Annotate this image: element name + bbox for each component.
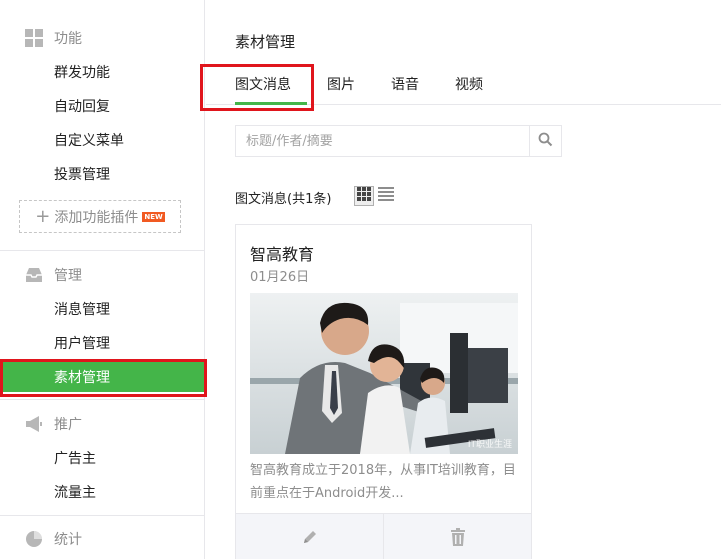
new-badge: NEW <box>142 211 165 222</box>
card-cover-image: IT职业生涯 <box>250 293 518 454</box>
search-input[interactable] <box>236 126 529 156</box>
divider <box>0 515 205 516</box>
grid-view-icon <box>357 187 371 205</box>
card-title: 智高教育 <box>250 245 315 264</box>
add-plugin-button[interactable]: + 添加功能插件 NEW <box>19 200 181 233</box>
sidebar-item-mass-send[interactable]: 群发功能 <box>0 57 205 87</box>
tab-video[interactable]: 视频 <box>455 74 483 94</box>
page-title: 素材管理 <box>235 33 296 51</box>
section-header-promotion[interactable]: 推广 <box>0 409 205 439</box>
sidebar-item-label: 投票管理 <box>54 167 110 183</box>
section-header-function[interactable]: 功能 <box>0 23 205 53</box>
section-title: 管理 <box>54 268 82 284</box>
add-plugin-label: 添加功能插件 <box>54 209 139 226</box>
plus-icon: + <box>35 205 51 227</box>
news-card[interactable]: 智高教育 01月26日 IT职业生涯 智高教育成立于2018年，从事IT培训教育… <box>235 224 532 559</box>
search-box <box>235 125 562 157</box>
divider <box>0 399 205 400</box>
sidebar-item-label: 消息管理 <box>54 302 110 318</box>
tab-voice[interactable]: 语音 <box>391 74 419 94</box>
sidebar-item-label: 流量主 <box>54 485 96 501</box>
sidebar-item-vote-manage[interactable]: 投票管理 <box>0 159 205 189</box>
image-watermark: IT职业生涯 <box>467 440 512 450</box>
sidebar: 功能 群发功能 自动回复 自定义菜单 投票管理 + 添加功能插件 NEW 管理 … <box>0 0 205 559</box>
search-button[interactable] <box>529 126 561 156</box>
inbox-icon <box>25 266 43 284</box>
sidebar-item-user-manage[interactable]: 用户管理 <box>0 328 205 358</box>
list-view-icon <box>378 186 394 206</box>
sidebar-item-message-manage[interactable]: 消息管理 <box>0 294 205 324</box>
sidebar-item-label: 用户管理 <box>54 336 110 352</box>
list-view-toggle[interactable] <box>376 186 396 206</box>
tab-news[interactable]: 图文消息 <box>235 74 291 94</box>
pencil-icon <box>301 528 319 550</box>
section-header-statistics[interactable]: 统计 <box>0 524 205 554</box>
sidebar-item-label: 自定义菜单 <box>54 133 124 149</box>
tab-bar: 图文消息 图片 语音 视频 <box>206 62 721 105</box>
edit-button[interactable] <box>236 514 383 559</box>
section-header-manage[interactable]: 管理 <box>0 260 205 290</box>
card-date: 01月26日 <box>250 270 310 285</box>
search-icon <box>538 132 553 151</box>
card-description: 智高教育成立于2018年，从事IT培训教育，目前重点在于Android开发... <box>250 463 516 501</box>
trash-icon <box>450 528 466 550</box>
section-title: 推广 <box>54 417 82 433</box>
main-content: 素材管理 图文消息 图片 语音 视频 图文消息(共1条) 智高教育 01月26日 <box>206 0 721 559</box>
sidebar-item-custom-menu[interactable]: 自定义菜单 <box>0 125 205 155</box>
divider <box>0 250 205 251</box>
sidebar-item-label: 素材管理 <box>54 370 110 386</box>
pie-chart-icon <box>25 530 43 548</box>
active-tab-indicator <box>235 102 307 105</box>
sidebar-item-advertiser[interactable]: 广告主 <box>0 443 205 473</box>
card-actions <box>236 513 531 559</box>
grid-view-toggle[interactable] <box>354 186 374 206</box>
section-title: 功能 <box>54 31 82 47</box>
sidebar-item-label: 自动回复 <box>54 99 110 115</box>
sidebar-item-label: 群发功能 <box>54 65 110 81</box>
sidebar-item-traffic-owner[interactable]: 流量主 <box>0 477 205 507</box>
delete-button[interactable] <box>384 514 531 559</box>
tab-images[interactable]: 图片 <box>327 74 355 94</box>
sidebar-item-material-manage[interactable]: 素材管理 <box>0 362 205 392</box>
list-header: 图文消息(共1条) <box>235 192 332 207</box>
sidebar-item-auto-reply[interactable]: 自动回复 <box>0 91 205 121</box>
grid-icon <box>25 29 43 47</box>
sidebar-item-label: 广告主 <box>54 451 96 467</box>
megaphone-icon <box>25 415 43 433</box>
section-title: 统计 <box>54 532 82 548</box>
